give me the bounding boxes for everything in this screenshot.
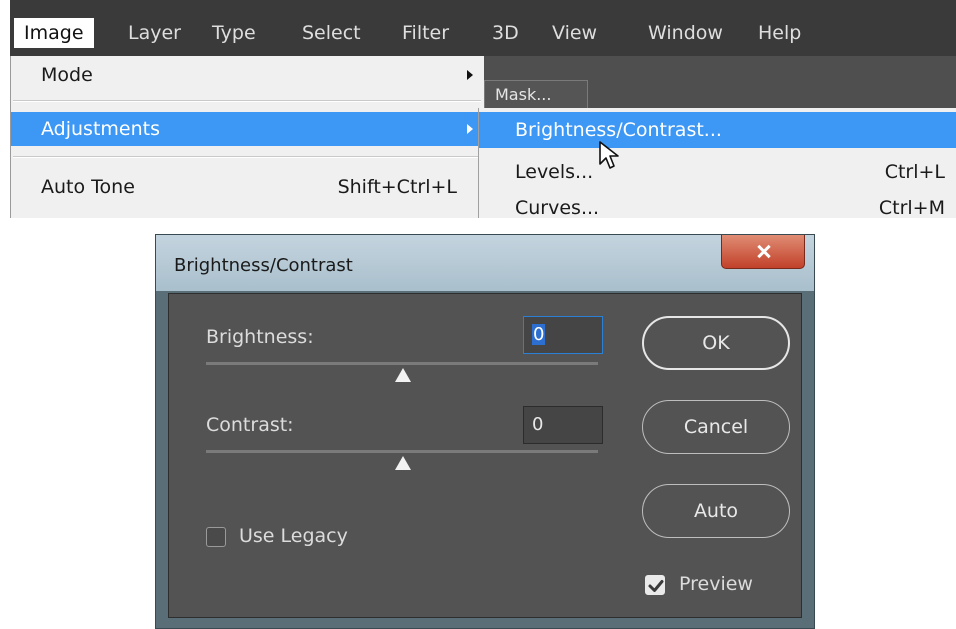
auto-button[interactable]: Auto (642, 484, 790, 538)
menu-item-auto-tone[interactable]: Auto Tone Shift+Ctrl+L (11, 170, 485, 204)
mouse-cursor-icon (599, 141, 619, 169)
menu-item-brightness-contrast[interactable]: Brightness/Contrast... (479, 112, 956, 148)
menu-item-levels[interactable]: Levels... Ctrl+L (479, 154, 956, 190)
menu-item-shortcut: Ctrl+L (884, 161, 945, 183)
brightness-contrast-dialog: Brightness/Contrast Brightness: 0 Contra… (155, 234, 815, 629)
use-legacy-checkbox[interactable] (206, 527, 226, 547)
menu-item-shortcut: Ctrl+M (878, 197, 945, 218)
brightness-value: 0 (532, 324, 546, 345)
image-menu-dropdown: Mode Adjustments Auto Tone Shift+Ctrl+L (10, 56, 485, 218)
photoshop-menu-panel: Image Layer Type Select Filter 3D View W… (10, 0, 956, 218)
menu-item-mode[interactable]: Mode (11, 58, 485, 92)
mask-button[interactable]: Mask... (484, 80, 588, 110)
brightness-input[interactable]: 0 (523, 316, 603, 354)
menu-window[interactable]: Window (638, 18, 733, 48)
checkmark-icon (648, 580, 664, 592)
brightness-slider-thumb[interactable] (395, 368, 411, 382)
preview-label: Preview (679, 573, 753, 595)
menubar: Image Layer Type Select Filter 3D View W… (10, 0, 956, 56)
menu-item-label: Adjustments (41, 118, 160, 140)
contrast-slider-thumb[interactable] (395, 456, 411, 470)
menu-view[interactable]: View (542, 18, 607, 48)
close-button[interactable] (721, 235, 805, 269)
menu-help[interactable]: Help (748, 18, 811, 48)
brightness-label: Brightness: (206, 326, 314, 348)
menu-item-label: Curves... (515, 197, 600, 218)
contrast-label: Contrast: (206, 414, 294, 436)
contrast-value: 0 (532, 414, 544, 435)
menu-filter[interactable]: Filter (392, 18, 459, 48)
menu-select[interactable]: Select (292, 18, 371, 48)
submenu-arrow-icon (467, 124, 473, 134)
use-legacy-label: Use Legacy (239, 525, 348, 547)
dialog-titlebar[interactable]: Brightness/Contrast (156, 235, 814, 291)
dialog-title: Brightness/Contrast (174, 255, 353, 276)
menu-separator (13, 100, 481, 102)
dialog-body: Brightness: 0 Contrast: 0 OK Cancel Auto… (168, 293, 802, 618)
cancel-button[interactable]: Cancel (642, 400, 790, 454)
menu-item-adjustments[interactable]: Adjustments (11, 112, 485, 146)
ok-button[interactable]: OK (642, 316, 790, 370)
submenu-arrow-icon (467, 70, 473, 80)
menu-layer[interactable]: Layer (118, 18, 191, 48)
menu-item-curves[interactable]: Curves... Ctrl+M (479, 190, 956, 218)
menu-item-label: Mode (41, 64, 93, 86)
menu-type[interactable]: Type (202, 18, 266, 48)
menu-3d[interactable]: 3D (482, 18, 529, 48)
menu-item-shortcut: Shift+Ctrl+L (337, 176, 457, 198)
preview-checkbox[interactable] (645, 575, 665, 595)
contrast-input[interactable]: 0 (523, 406, 603, 444)
menu-image[interactable]: Image (14, 18, 94, 48)
adjustments-submenu: Brightness/Contrast... Levels... Ctrl+L … (478, 108, 956, 218)
menu-separator (13, 156, 481, 158)
menu-item-label: Auto Tone (41, 176, 135, 198)
brightness-slider-track[interactable] (206, 362, 598, 365)
contrast-slider-track[interactable] (206, 450, 598, 453)
menu-item-label: Levels... (515, 161, 594, 183)
